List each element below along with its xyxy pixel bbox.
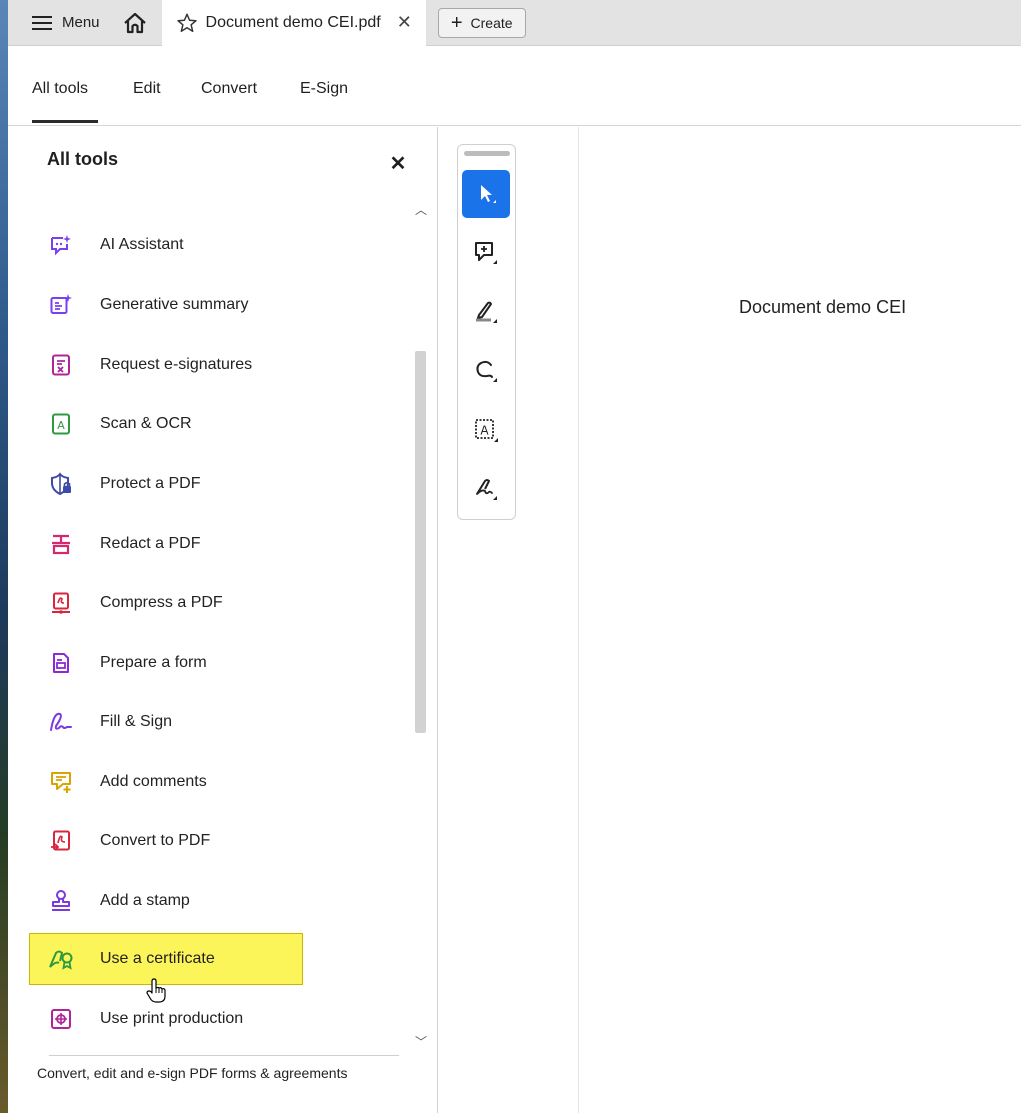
request-esignatures-icon — [48, 352, 74, 378]
home-icon — [123, 12, 146, 33]
quick-tools-toolbar: A — [457, 144, 516, 520]
document-canvas[interactable]: Document demo CEI — [578, 127, 1021, 1113]
draw-button[interactable] — [462, 347, 510, 395]
close-tab-icon[interactable]: ✕ — [397, 12, 412, 33]
tool-label: Request e-signatures — [100, 356, 253, 373]
add-comment-button[interactable] — [462, 229, 510, 277]
tool-generative-summary[interactable]: Generative summary — [28, 285, 422, 325]
tool-label: Prepare a form — [100, 654, 207, 671]
tool-label: Use a certificate — [100, 950, 215, 967]
tab-bar: Menu Document demo CEI.pdf ✕ + Create — [8, 0, 1021, 46]
tool-request-esignatures[interactable]: Request e-signatures — [28, 345, 422, 385]
sign-button[interactable] — [462, 465, 510, 513]
tab-convert[interactable]: Convert — [201, 80, 257, 98]
tool-label: Generative summary — [100, 296, 249, 313]
panel-title: All tools — [47, 149, 118, 169]
scan-ocr-icon: A — [48, 411, 74, 437]
drag-handle[interactable] — [464, 151, 510, 156]
star-icon[interactable] — [176, 12, 198, 34]
tool-scan-ocr[interactable]: A Scan & OCR — [28, 404, 422, 444]
scrollbar-thumb[interactable] — [415, 351, 426, 733]
prepare-form-icon — [48, 650, 74, 676]
tool-label: Fill & Sign — [100, 713, 173, 730]
svg-text:A: A — [57, 419, 65, 432]
menu-button[interactable]: Menu — [8, 0, 112, 46]
protect-pdf-icon — [48, 471, 74, 497]
add-stamp-icon — [48, 888, 74, 914]
hamburger-icon — [32, 15, 52, 30]
tool-label: Use print production — [100, 1010, 244, 1027]
text-box-button[interactable]: A — [462, 406, 510, 454]
tab-all-tools[interactable]: All tools — [32, 80, 88, 98]
hand-cursor-icon — [146, 978, 166, 1003]
tool-nav: All tools Edit Convert E-Sign — [8, 46, 1021, 126]
add-comment-icon — [475, 242, 497, 264]
certificate-icon — [48, 946, 74, 972]
fill-sign-icon — [48, 709, 74, 735]
convert-to-pdf-icon — [48, 828, 74, 854]
desktop-edge — [0, 0, 8, 1113]
tool-add-stamp[interactable]: Add a stamp — [28, 881, 422, 921]
tool-protect-pdf[interactable]: Protect a PDF — [28, 464, 422, 504]
select-tool-icon — [481, 185, 496, 203]
tool-label: Protect a PDF — [100, 475, 201, 492]
menu-label: Menu — [62, 14, 100, 31]
tool-compress-pdf[interactable]: Compress a PDF — [28, 583, 422, 623]
scroll-up-icon[interactable]: ︿ — [414, 201, 428, 218]
create-label: Create — [470, 14, 513, 31]
tool-convert-to-pdf[interactable]: Convert to PDF — [28, 821, 422, 861]
tool-label: Convert to PDF — [100, 832, 211, 849]
text-box-icon: A — [475, 419, 498, 442]
tool-label: Compress a PDF — [100, 594, 223, 611]
close-panel-icon[interactable]: ✕ — [386, 151, 410, 176]
compress-pdf-icon — [48, 590, 74, 616]
tool-label: Redact a PDF — [100, 535, 201, 552]
print-production-icon — [48, 1006, 74, 1032]
document-tab-title: Document demo CEI.pdf — [205, 13, 381, 31]
highlight-button[interactable] — [462, 288, 510, 336]
all-tools-panel: All tools ✕ AI Assistant Generative summ… — [8, 127, 438, 1113]
tool-use-print-production[interactable]: Use print production — [28, 999, 422, 1039]
tool-ai-assistant[interactable]: AI Assistant — [28, 225, 422, 265]
sign-icon — [476, 479, 497, 500]
highlight-icon — [476, 301, 497, 323]
add-comments-icon — [48, 769, 74, 795]
tool-label: AI Assistant — [100, 236, 184, 253]
draw-lasso-icon — [476, 360, 497, 382]
tool-add-comments[interactable]: Add comments — [28, 762, 422, 802]
document-heading: Document demo CEI — [739, 297, 907, 317]
tool-label: Add a stamp — [100, 892, 190, 909]
active-tab-indicator — [32, 120, 98, 123]
ai-assistant-icon — [48, 232, 74, 258]
tool-label: Scan & OCR — [100, 415, 192, 432]
tool-prepare-form[interactable]: Prepare a form — [28, 643, 422, 683]
create-button[interactable]: + Create — [437, 7, 526, 38]
document-tab[interactable]: Document demo CEI.pdf ✕ — [161, 0, 426, 46]
tab-esign[interactable]: E-Sign — [300, 80, 348, 98]
tool-label: Add comments — [100, 773, 207, 790]
scroll-down-icon[interactable]: ﹀ — [414, 1033, 428, 1050]
panel-footer: Convert, edit and e-sign PDF forms & agr… — [37, 1065, 348, 1081]
plus-icon: + — [450, 11, 463, 34]
select-tool-button[interactable] — [462, 170, 510, 218]
tab-edit[interactable]: Edit — [133, 80, 161, 98]
divider — [49, 1055, 399, 1056]
home-button[interactable] — [112, 0, 158, 46]
generative-summary-icon — [48, 292, 74, 318]
tool-fill-sign[interactable]: Fill & Sign — [28, 702, 422, 742]
redact-pdf-icon — [48, 531, 74, 557]
panel-scrollbar[interactable]: ︿ ﹀ — [414, 193, 428, 1059]
svg-text:A: A — [480, 424, 489, 438]
tool-redact-pdf[interactable]: Redact a PDF — [28, 524, 422, 564]
